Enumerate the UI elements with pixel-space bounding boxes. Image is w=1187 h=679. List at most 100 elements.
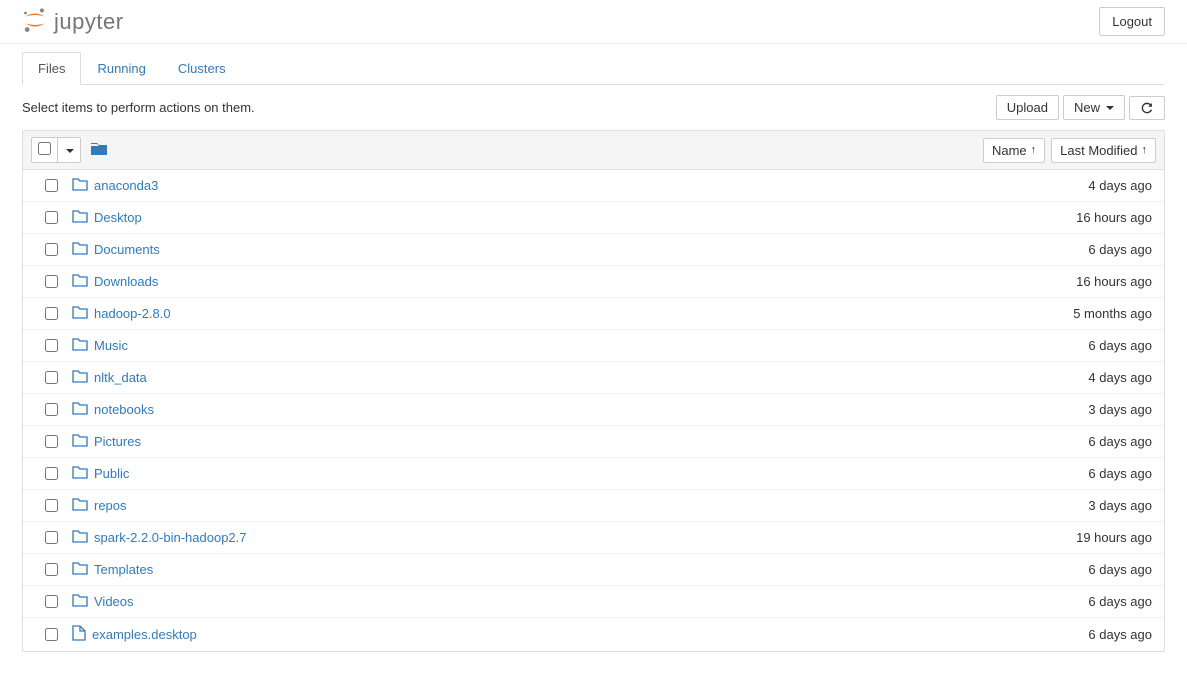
row-checkbox[interactable] bbox=[45, 243, 58, 256]
item-modified: 4 days ago bbox=[1088, 370, 1156, 385]
row-checkbox[interactable] bbox=[45, 563, 58, 576]
list-item: Public 6 days ago bbox=[23, 458, 1164, 490]
row-checkbox[interactable] bbox=[45, 467, 58, 480]
item-name[interactable]: nltk_data bbox=[94, 370, 147, 385]
list-item: anaconda3 4 days ago bbox=[23, 170, 1164, 202]
list-header: Name ↑ Last Modified ↑ bbox=[23, 131, 1164, 170]
item-name[interactable]: Templates bbox=[94, 562, 153, 577]
item-name[interactable]: repos bbox=[94, 498, 127, 513]
logo[interactable]: jupyter bbox=[22, 7, 124, 36]
select-all-control bbox=[31, 137, 81, 163]
refresh-icon bbox=[1140, 101, 1154, 115]
sort-name-label: Name bbox=[992, 143, 1027, 158]
tabs: Files Running Clusters bbox=[22, 52, 1165, 85]
toolbar: Select items to perform actions on them.… bbox=[22, 85, 1165, 130]
tab-running[interactable]: Running bbox=[81, 52, 161, 85]
folder-icon bbox=[72, 561, 88, 578]
list-item: nltk_data 4 days ago bbox=[23, 362, 1164, 394]
row-checkbox[interactable] bbox=[45, 628, 58, 641]
row-checkbox[interactable] bbox=[45, 371, 58, 384]
list-item: Documents 6 days ago bbox=[23, 234, 1164, 266]
folder-icon bbox=[72, 529, 88, 546]
item-name[interactable]: Music bbox=[94, 338, 128, 353]
folder-icon bbox=[72, 401, 88, 418]
folder-icon bbox=[72, 209, 88, 226]
folder-icon bbox=[91, 142, 107, 156]
folder-icon bbox=[72, 593, 88, 610]
arrow-up-icon: ↑ bbox=[1142, 144, 1148, 156]
item-modified: 3 days ago bbox=[1088, 498, 1156, 513]
item-name[interactable]: Pictures bbox=[94, 434, 141, 449]
item-modified: 6 days ago bbox=[1088, 338, 1156, 353]
item-name[interactable]: anaconda3 bbox=[94, 178, 158, 193]
row-checkbox[interactable] bbox=[45, 339, 58, 352]
item-name[interactable]: Downloads bbox=[94, 274, 158, 289]
row-checkbox[interactable] bbox=[45, 435, 58, 448]
list-item: Templates 6 days ago bbox=[23, 554, 1164, 586]
item-modified: 5 months ago bbox=[1073, 306, 1156, 321]
logout-button[interactable]: Logout bbox=[1099, 7, 1165, 36]
select-all-checkbox-wrapper bbox=[32, 138, 58, 162]
list-item: hadoop-2.8.0 5 months ago bbox=[23, 298, 1164, 330]
caret-down-icon bbox=[66, 149, 74, 153]
item-name[interactable]: Documents bbox=[94, 242, 160, 257]
item-name[interactable]: hadoop-2.8.0 bbox=[94, 306, 171, 321]
sort-modified-button[interactable]: Last Modified ↑ bbox=[1051, 138, 1156, 163]
file-icon bbox=[72, 625, 86, 644]
item-name[interactable]: Videos bbox=[94, 594, 134, 609]
row-checkbox[interactable] bbox=[45, 275, 58, 288]
new-button-label: New bbox=[1074, 100, 1100, 115]
list-item: notebooks 3 days ago bbox=[23, 394, 1164, 426]
item-name[interactable]: notebooks bbox=[94, 402, 154, 417]
row-checkbox[interactable] bbox=[45, 403, 58, 416]
folder-icon bbox=[72, 177, 88, 194]
folder-icon bbox=[72, 369, 88, 386]
item-modified: 6 days ago bbox=[1088, 594, 1156, 609]
item-modified: 19 hours ago bbox=[1076, 530, 1156, 545]
row-checkbox[interactable] bbox=[45, 307, 58, 320]
item-modified: 6 days ago bbox=[1088, 242, 1156, 257]
row-checkbox[interactable] bbox=[45, 531, 58, 544]
item-modified: 16 hours ago bbox=[1076, 210, 1156, 225]
tab-clusters[interactable]: Clusters bbox=[162, 52, 242, 85]
item-name[interactable]: spark-2.2.0-bin-hadoop2.7 bbox=[94, 530, 247, 545]
select-all-dropdown[interactable] bbox=[58, 139, 80, 162]
list-item: Music 6 days ago bbox=[23, 330, 1164, 362]
row-checkbox[interactable] bbox=[45, 211, 58, 224]
folder-icon bbox=[72, 273, 88, 290]
upload-button[interactable]: Upload bbox=[996, 95, 1059, 120]
item-modified: 6 days ago bbox=[1088, 466, 1156, 481]
list-item: Videos 6 days ago bbox=[23, 586, 1164, 618]
row-checkbox[interactable] bbox=[45, 595, 58, 608]
sort-name-button[interactable]: Name ↑ bbox=[983, 138, 1045, 163]
tab-files[interactable]: Files bbox=[22, 52, 81, 85]
breadcrumb-root[interactable] bbox=[91, 142, 107, 159]
jupyter-logo-icon bbox=[22, 7, 48, 36]
refresh-button[interactable] bbox=[1129, 96, 1165, 120]
row-checkbox[interactable] bbox=[45, 179, 58, 192]
list-item: examples.desktop6 days ago bbox=[23, 618, 1164, 651]
item-modified: 3 days ago bbox=[1088, 402, 1156, 417]
list-item: Downloads 16 hours ago bbox=[23, 266, 1164, 298]
logo-text: jupyter bbox=[54, 9, 124, 35]
list-item: spark-2.2.0-bin-hadoop2.7 19 hours ago bbox=[23, 522, 1164, 554]
select-all-checkbox[interactable] bbox=[38, 142, 51, 155]
item-name[interactable]: Desktop bbox=[94, 210, 142, 225]
item-modified: 16 hours ago bbox=[1076, 274, 1156, 289]
row-checkbox[interactable] bbox=[45, 499, 58, 512]
folder-icon bbox=[72, 433, 88, 450]
item-modified: 6 days ago bbox=[1088, 434, 1156, 449]
item-modified: 4 days ago bbox=[1088, 178, 1156, 193]
folder-icon bbox=[72, 305, 88, 322]
new-button[interactable]: New bbox=[1063, 95, 1125, 120]
sort-modified-label: Last Modified bbox=[1060, 143, 1137, 158]
file-list: Name ↑ Last Modified ↑ anaconda3 4 days a… bbox=[22, 130, 1165, 652]
list-item: Desktop 16 hours ago bbox=[23, 202, 1164, 234]
item-name[interactable]: examples.desktop bbox=[92, 627, 197, 642]
item-name[interactable]: Public bbox=[94, 466, 129, 481]
folder-icon bbox=[72, 337, 88, 354]
item-modified: 6 days ago bbox=[1088, 562, 1156, 577]
header: jupyter Logout bbox=[0, 0, 1187, 44]
folder-icon bbox=[72, 241, 88, 258]
arrow-up-icon: ↑ bbox=[1031, 144, 1037, 156]
